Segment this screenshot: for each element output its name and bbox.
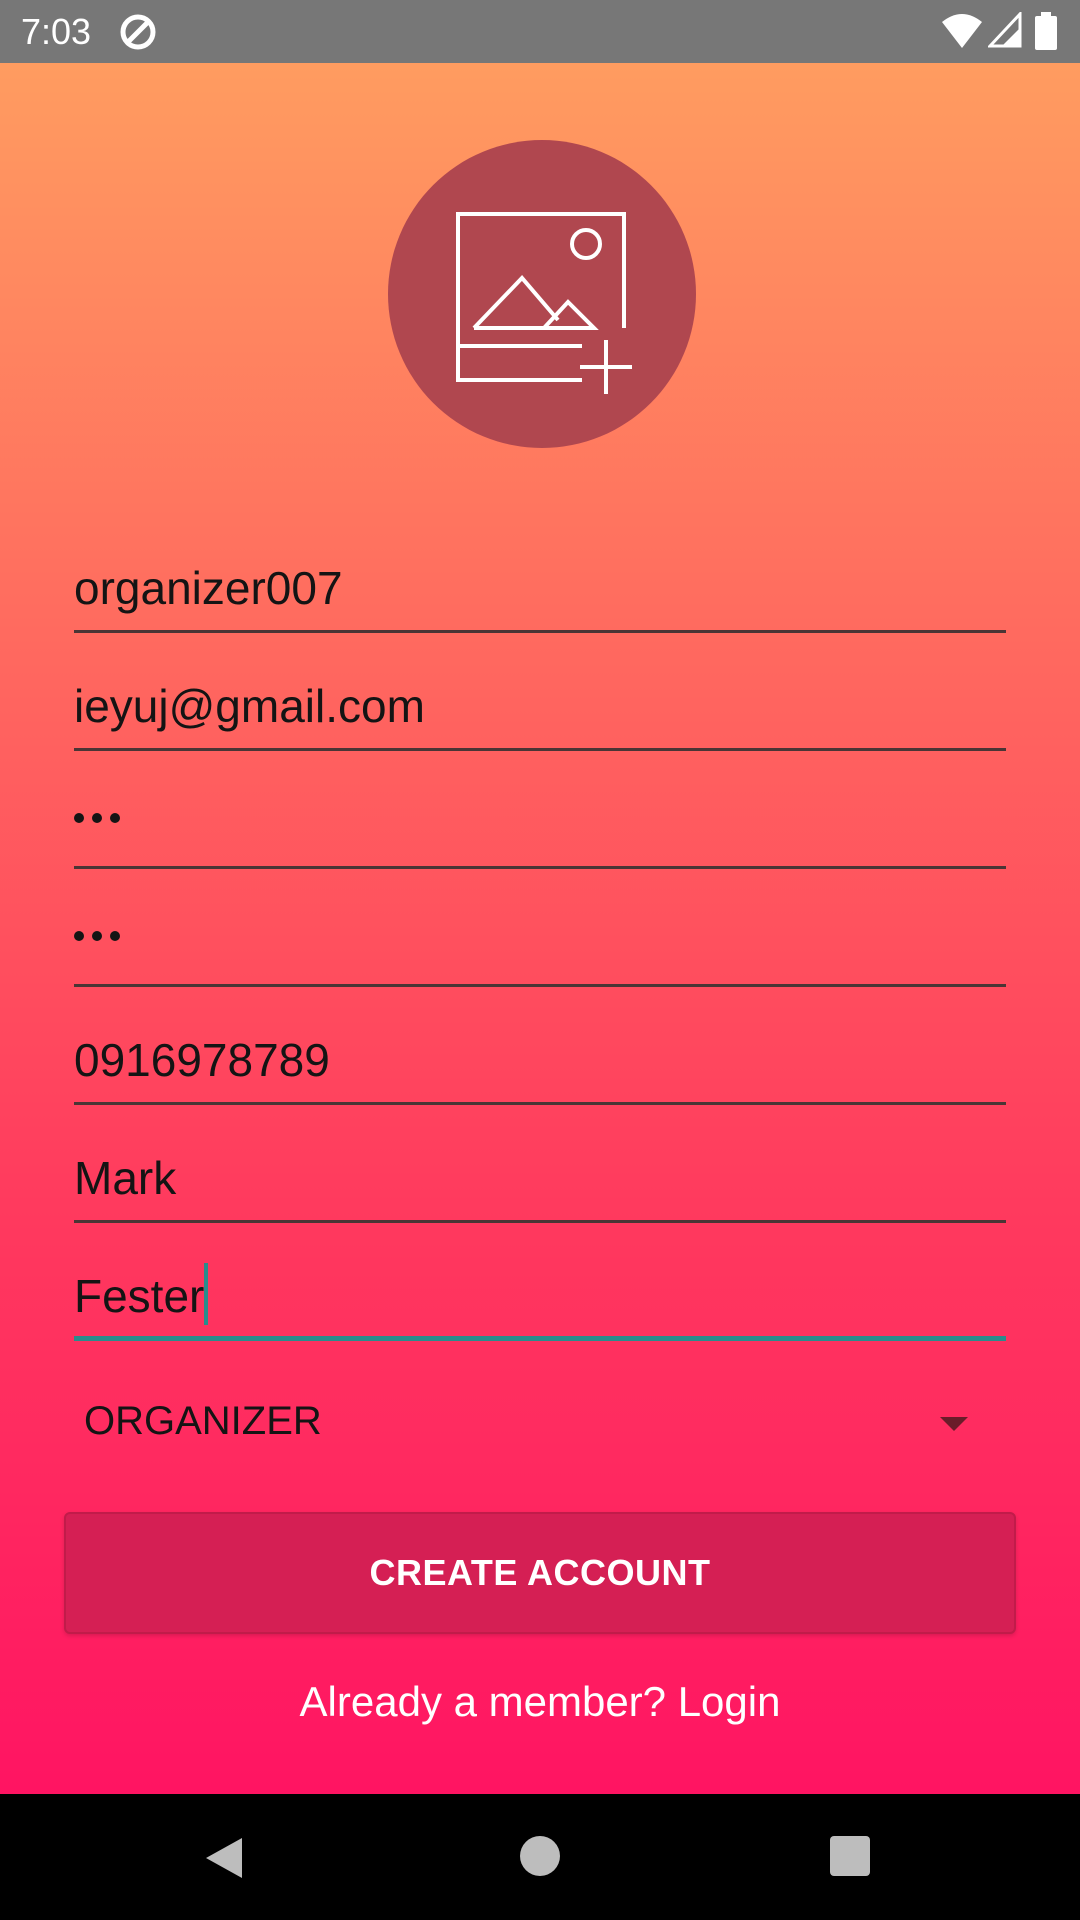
- signup-screen: 7:03 organizer007 ieyuj@gmail.com 091697…: [0, 0, 1080, 1920]
- field-underline: [74, 1220, 1006, 1223]
- status-bar: 7:03: [0, 0, 1080, 63]
- create-account-button[interactable]: CREATE ACCOUNT: [64, 1512, 1016, 1634]
- confirm-password-field[interactable]: [74, 907, 1006, 987]
- role-selected-value: ORGANIZER: [84, 1399, 322, 1443]
- field-underline: [74, 748, 1006, 751]
- signup-form-area: ORGANIZER CREATE ACCOUNT Already a membe…: [0, 63, 1080, 1794]
- field-underline-focused: [74, 1336, 1006, 1341]
- wifi-icon: [942, 14, 982, 48]
- field-underline: [74, 1102, 1006, 1105]
- confirm-password-mask: [74, 931, 120, 941]
- sync-icon: [120, 14, 156, 50]
- home-icon[interactable]: [520, 1836, 560, 1876]
- field-underline: [74, 866, 1006, 869]
- password-mask: [74, 813, 120, 823]
- add-image-icon: [456, 212, 632, 394]
- field-underline: [74, 984, 1006, 987]
- last-name-input[interactable]: [74, 1261, 1006, 1331]
- last-name-field[interactable]: [74, 1261, 1006, 1341]
- first-name-field[interactable]: [74, 1143, 1006, 1223]
- navigation-bar: [0, 1794, 1080, 1920]
- login-link[interactable]: Already a member? Login: [0, 1678, 1080, 1726]
- phone-input[interactable]: [74, 1025, 1006, 1095]
- avatar-picker[interactable]: [388, 140, 696, 448]
- field-underline: [74, 630, 1006, 633]
- email-input[interactable]: [74, 671, 1006, 741]
- password-field[interactable]: [74, 789, 1006, 869]
- back-icon[interactable]: [204, 1836, 244, 1880]
- first-name-input[interactable]: [74, 1143, 1006, 1213]
- signal-icon: [988, 12, 1022, 48]
- battery-icon: [1035, 12, 1057, 50]
- username-input[interactable]: [74, 553, 1006, 623]
- dropdown-arrow-icon: [940, 1417, 968, 1431]
- role-dropdown[interactable]: ORGANIZER: [74, 1383, 1006, 1463]
- recents-icon[interactable]: [830, 1836, 870, 1876]
- text-cursor: [204, 1263, 208, 1325]
- phone-field[interactable]: [74, 1025, 1006, 1105]
- email-field[interactable]: [74, 671, 1006, 751]
- status-time: 7:03: [21, 11, 92, 52]
- username-field[interactable]: [74, 553, 1006, 633]
